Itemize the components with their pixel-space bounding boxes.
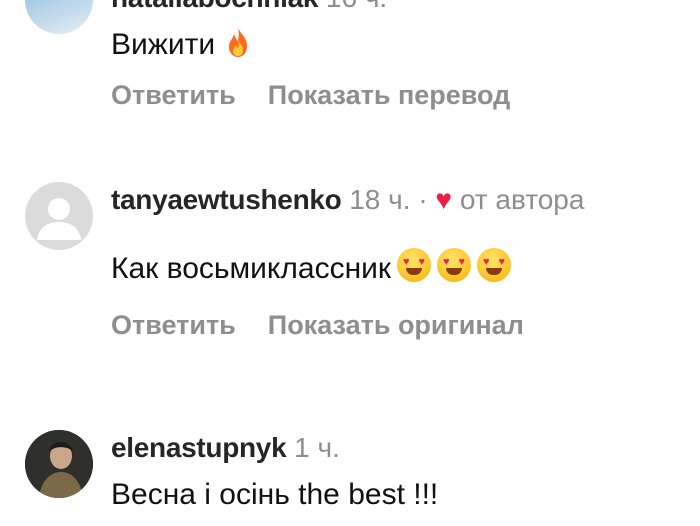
reply-button[interactable]: Ответить — [111, 80, 236, 110]
heart-eyes-icon: ♥ ♥ — [477, 248, 512, 282]
comment-actions: Ответить Показать оригинал — [111, 310, 680, 341]
liked-by-author-label: от автора — [459, 184, 585, 215]
comment-header: nataliabochniak 16 ч. — [111, 0, 680, 18]
comment-text-content: Как восьмиклассник — [111, 252, 392, 285]
comment-header: elenastupnyk 1 ч. — [111, 428, 680, 468]
fire-icon — [229, 27, 248, 57]
comment-time: 16 ч. — [326, 0, 387, 13]
translate-button[interactable]: Показать перевод — [268, 80, 511, 110]
comment-time: 18 ч. — [349, 184, 411, 215]
comment-text: Как восьмиклассник ♥ ♥ ♥ ♥ ♥ ♥ — [111, 248, 680, 290]
comment-actions: Ответить Показать перевод — [111, 80, 680, 111]
heart-icon: ♥ — [435, 184, 453, 215]
default-avatar-icon — [37, 198, 81, 240]
avatar[interactable] — [25, 182, 93, 250]
heart-eyes-icon: ♥ ♥ — [397, 248, 432, 282]
reply-button[interactable]: Ответить — [111, 310, 236, 340]
username[interactable]: elenastupnyk — [111, 432, 287, 463]
comment-text-content: Вижити — [111, 28, 216, 61]
avatar[interactable] — [25, 0, 93, 34]
username[interactable]: tanyaewtushenko — [111, 184, 342, 215]
show-original-button[interactable]: Показать оригинал — [268, 310, 524, 340]
username[interactable]: nataliabochniak — [111, 0, 318, 13]
user-photo-icon — [25, 430, 93, 498]
comment-header: tanyaewtushenko 18 ч. · ♥ от автора — [111, 180, 680, 220]
comment-text: Весна і осінь the best !!! — [111, 478, 439, 511]
comment-time: 1 ч. — [294, 432, 340, 463]
comment-text: Вижити — [111, 24, 680, 66]
separator: · — [418, 184, 428, 215]
heart-eyes-icon: ♥ ♥ — [437, 248, 472, 282]
avatar[interactable] — [25, 430, 93, 498]
